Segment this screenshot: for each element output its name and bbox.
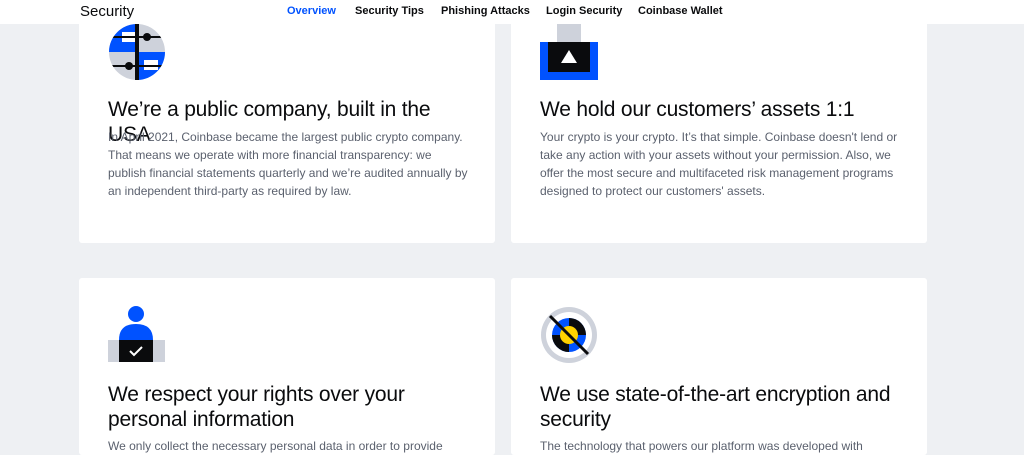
nav-coinbase-wallet-link[interactable]: Coinbase Wallet <box>638 5 723 17</box>
person-check-icon <box>108 306 165 362</box>
feature-card-public-company: We’re a public company, built in the USA… <box>79 0 495 243</box>
top-navigation-bar: Security Overview Security Tips Phishing… <box>0 0 1024 24</box>
nav-login-security-link[interactable]: Login Security <box>546 5 622 17</box>
card-title: We hold our customers’ assets 1:1 <box>540 98 855 121</box>
feature-card-personal-information: We respect your rights over your persona… <box>79 278 495 455</box>
encryption-icon <box>541 307 597 363</box>
card-body: The technology that powers our platform … <box>540 439 863 453</box>
feature-card-encryption: We use state-of-the-art encryption and s… <box>511 278 927 455</box>
card-body: We only collect the necessary personal d… <box>108 439 443 453</box>
card-body: In April 2021, Coinbase became the large… <box>108 130 468 198</box>
feature-card-assets: We hold our customers’ assets 1:1 Your c… <box>511 0 927 243</box>
card-body: Your crypto is your crypto. It’s that si… <box>540 130 898 198</box>
nav-phishing-attacks-link[interactable]: Phishing Attacks <box>441 5 530 17</box>
nav-overview-link[interactable]: Overview <box>287 5 336 17</box>
card-title: We respect your rights over your persona… <box>108 383 405 431</box>
nav-security-tips-link[interactable]: Security Tips <box>355 5 424 17</box>
section-nav: Overview Security Tips Phishing Attacks … <box>0 5 1024 21</box>
card-title: We use state-of-the-art encryption and s… <box>540 383 891 431</box>
